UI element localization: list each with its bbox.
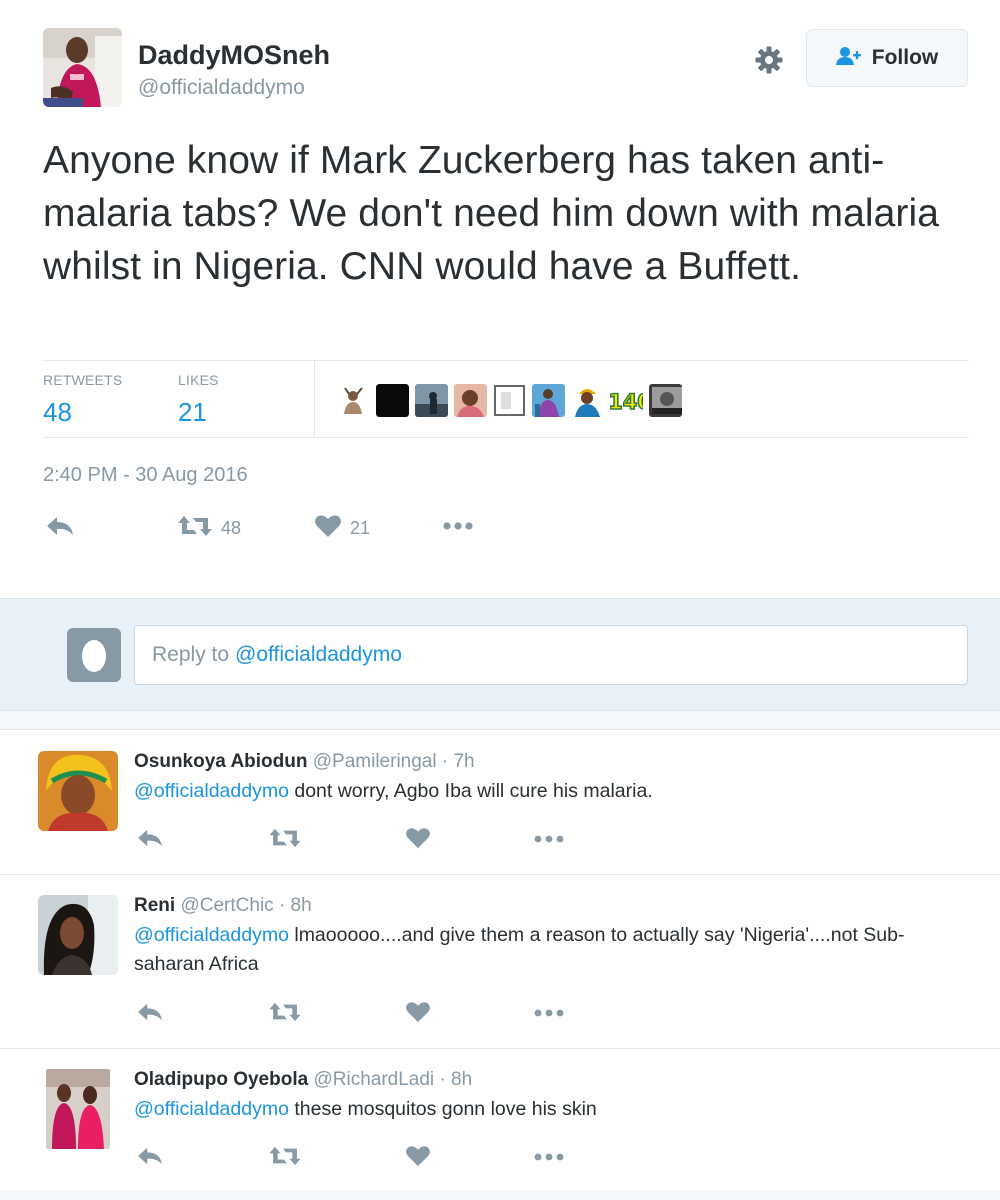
reply-author-handle[interactable]: @RichardLadi: [313, 1069, 434, 1090]
reply-text: @officialdaddymo lmaooooo....and give th…: [134, 921, 964, 979]
liker-avatar[interactable]: [415, 383, 448, 417]
reply-text: @officialdaddymo dont worry, Agbo Iba wi…: [134, 777, 964, 806]
likers-avatars: 140: [337, 380, 682, 420]
reply-body: these mosquitos gonn love his skin: [288, 1098, 597, 1120]
likes-label: LIKES: [178, 372, 219, 388]
reply-author-name[interactable]: Reni: [134, 895, 175, 916]
reply-avatar[interactable]: [46, 1069, 110, 1149]
reply-author-handle[interactable]: @CertChic: [180, 895, 273, 916]
retweet-count: 48: [221, 518, 242, 538]
reply-time[interactable]: · 8h: [439, 1069, 472, 1090]
like-count: 21: [350, 518, 371, 538]
reply-avatar[interactable]: [38, 751, 118, 831]
reply-icon[interactable]: [136, 1145, 164, 1172]
more-icon[interactable]: [532, 829, 566, 854]
tweet-actions: 48 21: [43, 514, 543, 546]
reply-time[interactable]: · 7h: [442, 751, 475, 772]
reply-header: Reni @CertChic · 8h: [134, 895, 312, 917]
author-name[interactable]: DaddyMOSneh: [138, 40, 330, 71]
retweet-icon[interactable]: [268, 827, 302, 854]
reply-input[interactable]: Reply to @officialdaddymo: [134, 625, 968, 685]
tweet-text: Anyone know if Mark Zuckerberg has taken…: [43, 139, 940, 288]
more-icon[interactable]: [532, 1003, 566, 1028]
liker-avatar[interactable]: [532, 383, 565, 417]
retweet-icon: [177, 514, 213, 543]
reply-icon[interactable]: [136, 827, 164, 854]
likes-stat[interactable]: LIKES 21: [178, 372, 219, 428]
liker-avatar[interactable]: [493, 383, 526, 417]
liker-avatar[interactable]: [337, 383, 370, 417]
reply-input-prefix: Reply to: [152, 643, 230, 666]
likes-count: 21: [178, 397, 207, 427]
more-icon[interactable]: [532, 1147, 566, 1172]
author-avatar[interactable]: [43, 28, 122, 107]
reply-actions: [134, 1001, 584, 1031]
reply-body: dont worry, Agbo Iba will cure his malar…: [288, 780, 653, 802]
reply-tweet[interactable]: Oladipupo Oyebola @RichardLadi · 8h @off…: [0, 1049, 1000, 1190]
reply-mention[interactable]: @officialdaddymo: [134, 780, 289, 802]
reply-tweet[interactable]: Reni @CertChic · 8h @officialdaddymo lma…: [0, 875, 1000, 1049]
heart-icon[interactable]: [405, 1001, 431, 1028]
stats-divider-bottom: [43, 437, 969, 438]
retweet-icon[interactable]: [268, 1145, 302, 1172]
reply-author-name[interactable]: Osunkoya Abiodun: [134, 751, 307, 772]
tweet-timestamp[interactable]: 2:40 PM - 30 Aug 2016: [43, 464, 248, 487]
section-divider: [0, 711, 1000, 730]
retweet-action[interactable]: 48: [177, 514, 241, 543]
liker-avatar[interactable]: [649, 383, 682, 417]
follow-label: Follow: [871, 46, 939, 69]
main-tweet: DaddyMOSneh @officialdaddymo Follow Anyo…: [0, 0, 1000, 598]
reply-actions: [134, 1145, 584, 1175]
liker-avatar[interactable]: [454, 383, 487, 417]
heart-icon: [314, 514, 342, 543]
reply-icon: [45, 514, 75, 543]
follow-button[interactable]: Follow: [806, 29, 968, 87]
heart-icon[interactable]: [405, 827, 431, 854]
reply-icon[interactable]: [136, 1001, 164, 1028]
liker-badge[interactable]: 140: [610, 383, 643, 417]
reply-mention[interactable]: @officialdaddymo: [134, 1098, 289, 1120]
stats-divider-vertical: [314, 361, 315, 437]
reply-author-name[interactable]: Oladipupo Oyebola: [134, 1069, 308, 1090]
reply-actions: [134, 827, 584, 857]
author-handle[interactable]: @officialdaddymo: [138, 76, 305, 100]
retweets-label: RETWEETS: [43, 372, 123, 388]
reply-text: @officialdaddymo these mosquitos gonn lo…: [134, 1095, 964, 1124]
reply-time[interactable]: · 8h: [279, 895, 312, 916]
reply-avatar[interactable]: [38, 895, 118, 975]
reply-author-handle[interactable]: @Pamileringal: [313, 751, 437, 772]
retweets-count: 48: [43, 397, 72, 427]
bottom-divider: [0, 1190, 1000, 1200]
reply-action[interactable]: [45, 514, 75, 543]
liker-avatar[interactable]: [376, 383, 409, 417]
reply-mention[interactable]: @officialdaddymo: [134, 924, 289, 946]
reply-composer: Reply to @officialdaddymo: [0, 598, 1000, 711]
retweet-icon[interactable]: [268, 1001, 302, 1028]
reply-header: Oladipupo Oyebola @RichardLadi · 8h: [134, 1069, 472, 1091]
egg-avatar-icon: [67, 628, 121, 682]
reply-input-mention: @officialdaddymo: [235, 643, 402, 666]
retweets-stat[interactable]: RETWEETS 48: [43, 372, 122, 428]
reply-header: Osunkoya Abiodun @Pamileringal · 7h: [134, 751, 475, 773]
follow-user-icon: [835, 46, 862, 71]
stats-divider-top: [43, 360, 969, 361]
heart-icon[interactable]: [405, 1145, 431, 1172]
liker-avatar[interactable]: [571, 383, 604, 417]
more-action[interactable]: [441, 516, 475, 541]
like-action[interactable]: 21: [314, 514, 370, 543]
reply-tweet[interactable]: Osunkoya Abiodun @Pamileringal · 7h @off…: [0, 731, 1000, 875]
more-icon: [441, 516, 475, 541]
gear-icon[interactable]: [751, 42, 787, 78]
liker-badge-text: 140: [610, 390, 643, 414]
